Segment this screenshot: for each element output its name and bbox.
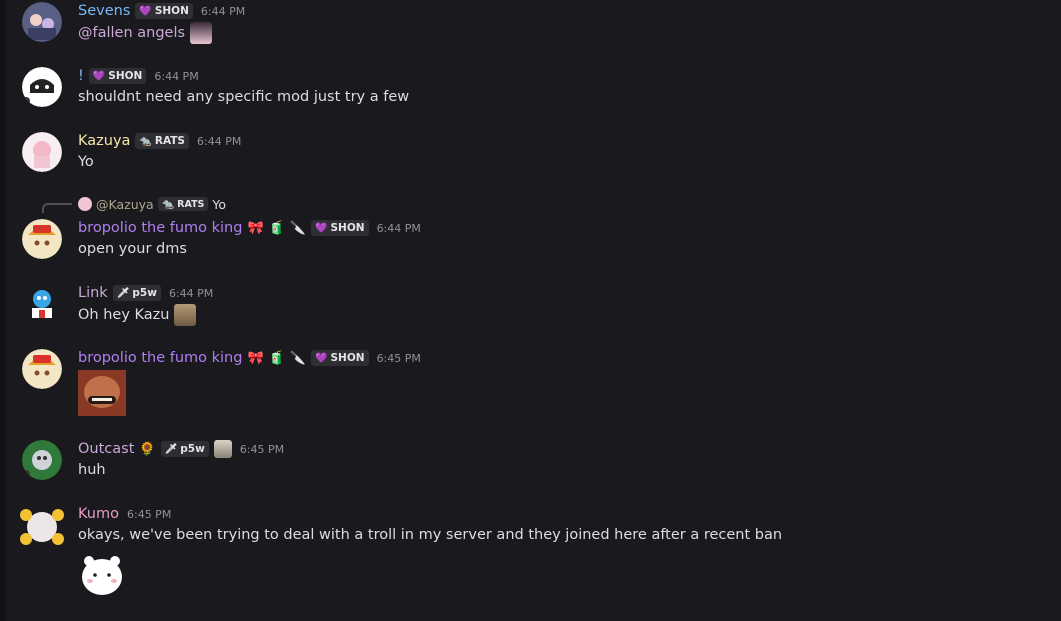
message-content: Oh hey Kazu [78,304,197,326]
role-tag: 🐀 RATS [157,197,209,211]
username[interactable]: Kazuya [78,133,130,149]
role-tag[interactable]: 🗡 p5w [160,441,209,457]
reply-avatar [78,197,92,211]
timestamp: 6:44 PM [200,4,246,18]
role-tag[interactable]: 💜 SHON [311,350,369,366]
reply-connector [42,203,72,213]
timestamp: 6:45 PM [126,507,172,521]
username[interactable]: Outcast [78,441,134,457]
avatar[interactable] [18,505,66,549]
laughing-man-sticker[interactable] [78,370,126,420]
message-content: @fallen angels [78,22,212,44]
anime-girl-emoji-icon [189,22,212,44]
message-content: Yo [78,154,94,170]
bow-icon: 🎀 [247,220,264,236]
rat-icon: 🐀 [161,198,175,210]
message-content: huh [78,462,106,478]
avatar[interactable] [22,284,62,324]
timestamp: 6:45 PM [239,442,285,456]
timestamp: 6:44 PM [376,221,421,235]
username[interactable]: bropolio the fumo king [78,350,242,366]
battery-icon: 🧃 [268,350,285,366]
avatar[interactable] [22,132,62,172]
reply-username[interactable]: @Kazuya [96,197,154,212]
sunflower-icon: 🌻 [139,441,156,457]
reply-text: Yo [212,196,227,212]
user-mention[interactable]: @fallen angels [78,25,185,41]
scroll-gutter [0,0,6,621]
username[interactable]: ! [78,68,84,84]
role-tag[interactable]: 💜 SHON [311,220,369,236]
avatar[interactable] [22,2,62,42]
bear-sticker[interactable] [78,551,126,603]
username[interactable]: bropolio the fumo king [78,220,242,236]
avatar[interactable] [22,440,62,480]
avatar[interactable] [22,349,62,389]
timestamp: 6:44 PM [154,69,199,83]
battery-icon: 🧃 [268,220,285,236]
sword-icon: 🗡 [164,443,178,455]
message-content: okays, we've been trying to deal with a … [78,527,783,543]
username[interactable]: Kumo [78,506,119,522]
bow-icon: 🎀 [247,350,264,366]
cat-emoji-icon [174,304,197,326]
knife-icon: 🔪 [289,220,307,236]
avatar[interactable] [22,219,62,259]
timestamp: 6:45 PM [376,351,421,365]
heart-icon: 💜 [315,352,328,364]
message-content: shouldnt need any specific mod just try … [78,89,410,105]
role-tag[interactable]: 💜 SHON [88,68,147,84]
heart-icon: 💜 [315,222,328,234]
timestamp: 6:44 PM [197,134,242,148]
username[interactable]: Sevens [78,3,130,19]
message-content: open your dms [78,241,187,257]
role-tag[interactable]: 🐀 RATS [135,133,189,149]
avatar[interactable] [22,67,62,107]
username[interactable]: Link [78,285,108,301]
knife-icon: 🔪 [289,350,307,366]
rat-icon: 🐀 [139,135,152,147]
role-tag[interactable]: 🗡 p5w [112,285,161,301]
cat-face-icon [213,440,232,458]
role-tag[interactable]: 💜 SHON [135,3,193,19]
reply-preview[interactable]: @Kazuya 🐀 RATS Yo [78,195,226,213]
timestamp: 6:44 PM [168,286,214,300]
heart-icon: 💜 [139,5,152,17]
sword-icon: 🗡 [116,287,130,299]
heart-icon: 💜 [92,70,106,82]
